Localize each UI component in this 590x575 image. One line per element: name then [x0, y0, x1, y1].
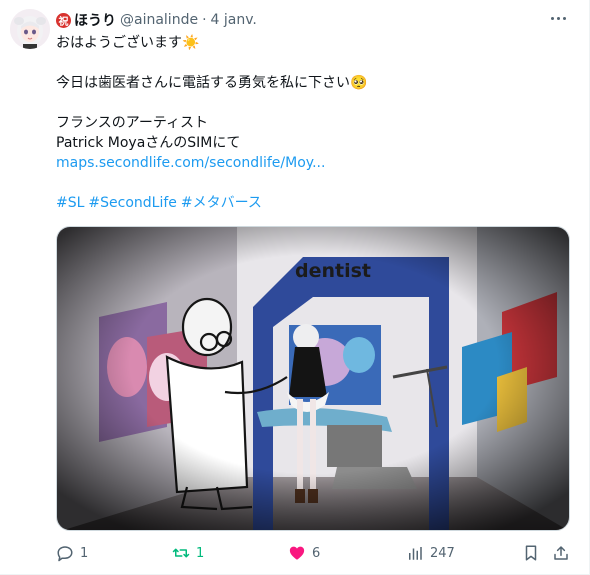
bookmark-button[interactable] [522, 541, 540, 565]
bookmark-icon [525, 545, 537, 561]
action-bar: 1 1 6 247 [56, 541, 576, 565]
like-button[interactable]: 6 [288, 541, 320, 565]
views-button[interactable]: 247 [406, 541, 455, 565]
post-date[interactable]: 4 janv. [211, 12, 257, 28]
hashtag-metaverse[interactable]: #メタバース [181, 195, 262, 211]
reply-count: 1 [80, 545, 89, 561]
text-line: おはようございます☀️ [56, 35, 200, 51]
text-line: フランスのアーティスト [56, 115, 209, 131]
repost-count: 1 [196, 545, 205, 561]
hashtags: #SL #SecondLife #メタバース [56, 193, 566, 213]
media-image[interactable]: dentist [56, 226, 570, 531]
reply-icon [57, 546, 73, 562]
text-line: 今日は歯医者さんに電話する勇気を私に下さい🥺 [56, 75, 368, 91]
more-options-icon[interactable] [546, 9, 570, 27]
hashtag-secondlife[interactable]: #SecondLife [88, 195, 176, 211]
repost-icon [172, 548, 190, 558]
hashtag-sl[interactable]: #SL [56, 195, 84, 211]
views-count: 247 [430, 545, 455, 561]
display-name[interactable]: ほうり [74, 10, 116, 30]
tweet-header: 祝 ほうり @ainalinde · 4 janv. [56, 10, 257, 30]
views-icon [409, 547, 422, 560]
avatar[interactable] [10, 9, 50, 49]
like-count: 6 [312, 545, 321, 561]
tweet-text: おはようございます☀️ 今日は歯医者さんに電話する勇気を私に下さい🥺 フランスの… [56, 33, 566, 213]
handle[interactable]: @ainalinde [120, 12, 198, 28]
repost-button[interactable]: 1 [172, 541, 204, 565]
share-button[interactable] [552, 541, 570, 565]
text-line: Patrick MoyaさんのSIMにて [56, 135, 241, 151]
map-link[interactable]: maps.secondlife.com/secondlife/Moy... [56, 155, 325, 171]
separator: · [202, 12, 207, 28]
heart-icon [289, 546, 305, 560]
share-icon [554, 546, 568, 560]
badge-icon: 祝 [56, 12, 71, 28]
reply-button[interactable]: 1 [56, 541, 88, 565]
